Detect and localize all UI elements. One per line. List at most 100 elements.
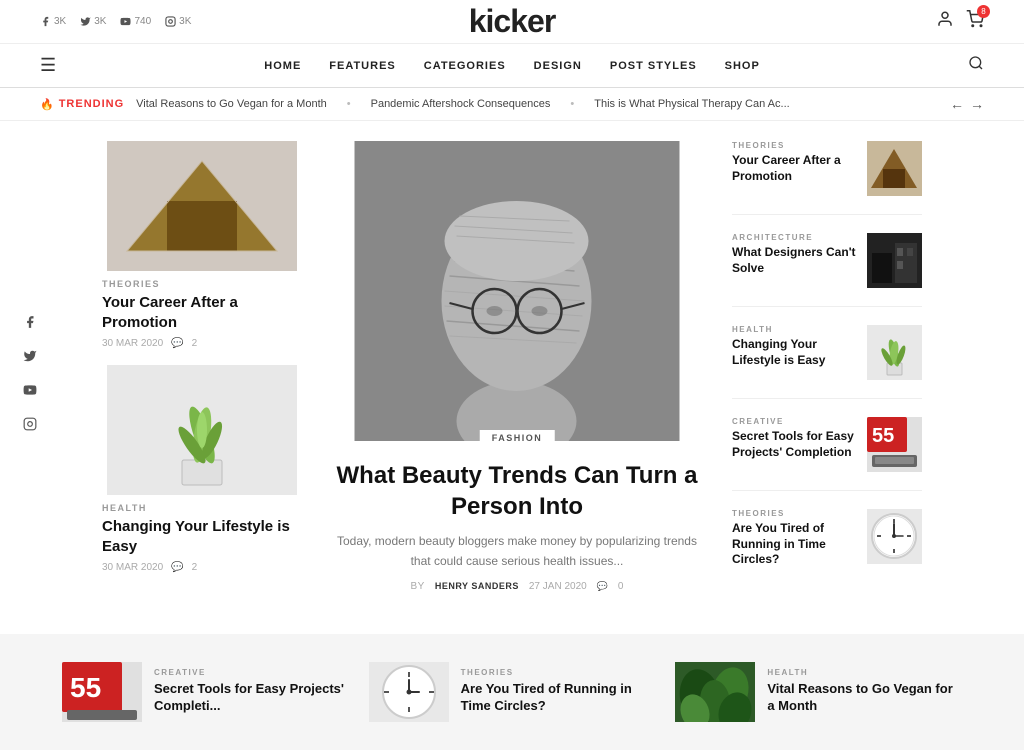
bottom-content-2: HEALTH Vital Reasons to Go Vegan for a M… xyxy=(767,668,962,715)
bottom-cat-1: THEORIES xyxy=(461,668,656,677)
hero-date: 27 JAN 2020 xyxy=(529,581,587,592)
site-title[interactable]: kicker xyxy=(469,3,556,40)
sidebar-youtube[interactable] xyxy=(18,378,42,402)
bottom-grid: 55 CREATIVE Secret Tools for Easy Projec… xyxy=(62,662,962,722)
hero-author: HENRY SANDERS xyxy=(435,581,519,591)
right-thumb-2[interactable] xyxy=(867,325,922,380)
hero-comment-icon: 💬 xyxy=(597,581,608,592)
bottom-section: 55 CREATIVE Secret Tools for Easy Projec… xyxy=(0,634,1024,750)
right-title-2[interactable]: Changing Your Lifestyle is Easy xyxy=(732,337,857,368)
sidebar-twitter[interactable] xyxy=(18,344,42,368)
hero-image-container: FASHION xyxy=(318,141,716,446)
social-links: 3K 3K 740 3K xyxy=(40,16,191,27)
trending-item-0[interactable]: Vital Reasons to Go Vegan for a Month xyxy=(136,98,327,110)
right-title-1[interactable]: What Designers Can't Solve xyxy=(732,245,857,276)
right-title-0[interactable]: Your Career After a Promotion xyxy=(732,153,857,184)
bottom-title-0[interactable]: Secret Tools for Easy Projects' Completi… xyxy=(154,681,349,715)
bottom-title-1[interactable]: Are You Tired of Running in Time Circles… xyxy=(461,681,656,715)
trending-prev[interactable]: ← xyxy=(950,96,964,112)
center-column: FASHION What Beauty Trends Can Turn a Pe… xyxy=(318,141,716,604)
hero-comments: 0 xyxy=(618,581,624,592)
right-content-0: THEORIES Your Career After a Promotion xyxy=(732,141,857,184)
svg-text:55: 55 xyxy=(872,425,894,447)
svg-text:55: 55 xyxy=(70,672,101,703)
bottom-title-2[interactable]: Vital Reasons to Go Vegan for a Month xyxy=(767,681,962,715)
nav-design[interactable]: DESIGN xyxy=(534,60,582,72)
twitter-count: 3K xyxy=(94,16,106,27)
right-title-3[interactable]: Secret Tools for Easy Projects' Completi… xyxy=(732,429,857,460)
bottom-thumb-1[interactable] xyxy=(369,662,449,722)
bottom-content-1: THEORIES Are You Tired of Running in Tim… xyxy=(461,668,656,715)
facebook-count: 3K xyxy=(54,16,66,27)
cart-badge: 8 xyxy=(977,5,990,18)
hero-content: What Beauty Trends Can Turn a Person Int… xyxy=(318,446,716,598)
hero-meta: BY HENRY SANDERS 27 JAN 2020 💬 0 xyxy=(328,581,706,592)
hero-image[interactable] xyxy=(318,141,716,441)
left-column: THEORIES Your Career After a Promotion 3… xyxy=(102,141,302,604)
left-title-0[interactable]: Your Career After a Promotion xyxy=(102,293,302,332)
right-cat-0: THEORIES xyxy=(732,141,857,150)
left-article-0: THEORIES Your Career After a Promotion 3… xyxy=(102,141,302,349)
trending-bar: 🔥 TRENDING Vital Reasons to Go Vegan for… xyxy=(0,88,1024,121)
left-meta-1: 30 MAR 2020 💬 2 xyxy=(102,562,302,573)
left-title-1[interactable]: Changing Your Lifestyle is Easy xyxy=(102,517,302,556)
twitter-link[interactable]: 3K xyxy=(80,16,106,27)
bottom-card-2: HEALTH Vital Reasons to Go Vegan for a M… xyxy=(675,662,962,722)
bottom-thumb-0[interactable]: 55 xyxy=(62,662,142,722)
bottom-cat-2: HEALTH xyxy=(767,668,962,677)
left-thumb-0[interactable] xyxy=(102,141,302,271)
right-article-4: THEORIES Are You Tired of Running in Tim… xyxy=(732,509,922,586)
left-meta-0: 30 MAR 2020 💬 2 xyxy=(102,338,302,349)
youtube-link[interactable]: 740 xyxy=(120,16,151,27)
youtube-count: 740 xyxy=(134,16,151,27)
nav-categories[interactable]: CATEGORIES xyxy=(424,60,506,72)
left-comments-1: 2 xyxy=(192,562,198,573)
trending-item-2[interactable]: This is What Physical Therapy Can Ac... xyxy=(594,98,789,110)
right-content-4: THEORIES Are You Tired of Running in Tim… xyxy=(732,509,857,568)
fire-icon: 🔥 xyxy=(40,98,55,111)
right-cat-4: THEORIES xyxy=(732,509,857,518)
trending-label: 🔥 TRENDING xyxy=(40,98,124,111)
right-thumb-3[interactable]: 55 xyxy=(867,417,922,472)
menu-icon[interactable]: ☰ xyxy=(40,55,56,76)
social-sidebar xyxy=(18,310,42,436)
nav-home[interactable]: HOME xyxy=(264,60,301,72)
main-content: THEORIES Your Career After a Promotion 3… xyxy=(62,121,962,624)
nav-shop[interactable]: SHOP xyxy=(725,60,760,72)
top-bar: 3K 3K 740 3K kicker 8 xyxy=(0,0,1024,44)
right-title-4[interactable]: Are You Tired of Running in Time Circles… xyxy=(732,521,857,568)
bottom-card-0: 55 CREATIVE Secret Tools for Easy Projec… xyxy=(62,662,349,722)
right-content-1: ARCHITECTURE What Designers Can't Solve xyxy=(732,233,857,276)
right-cat-3: CREATIVE xyxy=(732,417,857,426)
right-article-1: ARCHITECTURE What Designers Can't Solve xyxy=(732,233,922,307)
bottom-content-0: CREATIVE Secret Tools for Easy Projects'… xyxy=(154,668,349,715)
instagram-link[interactable]: 3K xyxy=(165,16,191,27)
sidebar-instagram[interactable] xyxy=(18,412,42,436)
left-thumb-1[interactable] xyxy=(102,365,302,495)
trending-nav: ← → xyxy=(950,96,984,112)
user-icon[interactable] xyxy=(936,10,954,33)
hero-category-badge: FASHION xyxy=(480,430,555,446)
right-article-3: CREATIVE Secret Tools for Easy Projects'… xyxy=(732,417,922,491)
left-article-1: HEALTH Changing Your Lifestyle is Easy 3… xyxy=(102,365,302,573)
bottom-thumb-2[interactable] xyxy=(675,662,755,722)
nav-features[interactable]: FEATURES xyxy=(329,60,395,72)
right-thumb-4[interactable] xyxy=(867,509,922,564)
right-thumb-0[interactable] xyxy=(867,141,922,196)
right-content-3: CREATIVE Secret Tools for Easy Projects'… xyxy=(732,417,857,460)
right-thumb-1[interactable] xyxy=(867,233,922,288)
facebook-link[interactable]: 3K xyxy=(40,16,66,27)
hero-title[interactable]: What Beauty Trends Can Turn a Person Int… xyxy=(328,460,706,522)
top-right-actions: 8 xyxy=(936,10,984,33)
right-cat-2: HEALTH xyxy=(732,325,857,334)
left-date-1: 30 MAR 2020 xyxy=(102,562,163,573)
sidebar-facebook[interactable] xyxy=(18,310,42,334)
search-icon[interactable] xyxy=(968,55,984,76)
bottom-card-1: THEORIES Are You Tired of Running in Tim… xyxy=(369,662,656,722)
trending-sep-1: • xyxy=(570,98,574,110)
comment-icon-0: 💬 xyxy=(171,338,183,349)
trending-next[interactable]: → xyxy=(970,96,984,112)
trending-item-1[interactable]: Pandemic Aftershock Consequences xyxy=(371,98,551,110)
nav-post-styles[interactable]: POST STYLES xyxy=(610,60,697,72)
cart-icon[interactable]: 8 xyxy=(966,10,984,33)
